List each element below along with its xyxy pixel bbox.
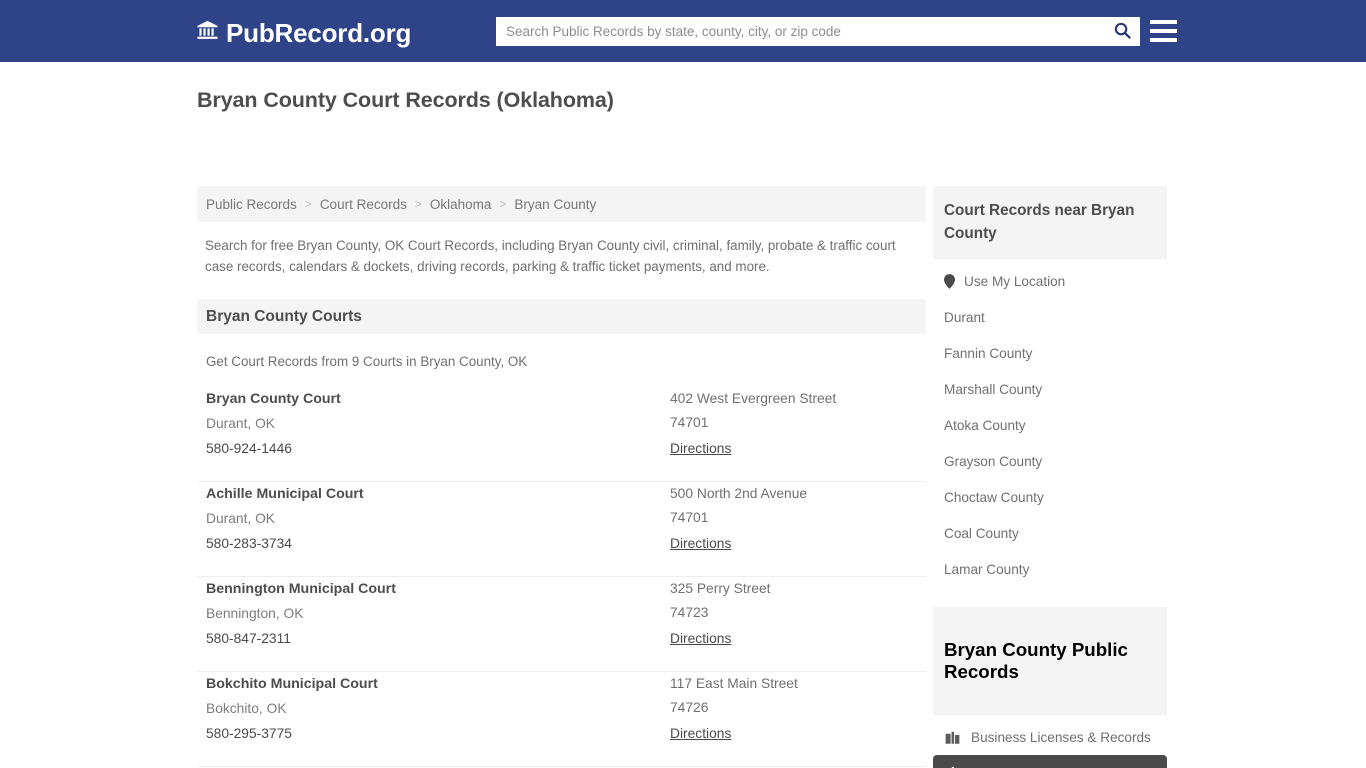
map-pin-icon <box>944 274 955 289</box>
court-list-item: Bennington Municipal Court Bennington, OK… <box>197 577 926 672</box>
breadcrumb: Public Records > Court Records > Oklahoma > Br… <box>197 186 926 222</box>
nearby-locations-list: Use My Location Durant Fannin County Marsha… <box>933 263 1167 587</box>
court-city: Durant, OK <box>206 511 676 526</box>
nearby-location-label: Marshall County <box>944 382 1042 397</box>
nearby-location-link[interactable]: Marshall County <box>933 371 1167 407</box>
site-logo-link[interactable]: PubRecord.org <box>196 19 411 46</box>
search-input[interactable] <box>496 18 1104 45</box>
court-street-address: 500 North 2nd Avenue <box>670 486 920 501</box>
public-record-label: Business Licenses & Records <box>971 730 1151 745</box>
court-info-right: 402 West Evergreen Street 74701 Directions <box>670 391 920 458</box>
court-name[interactable]: Bokchito Municipal Court <box>206 676 676 692</box>
search-bar <box>496 17 1140 46</box>
near-section-title: Court Records near Bryan County <box>944 199 1156 245</box>
courts-section-header: Bryan County Courts <box>197 299 926 334</box>
page-body: Bryan County Court Records (Oklahoma) Pu… <box>0 62 1366 84</box>
nearby-location-link[interactable]: Coal County <box>933 515 1167 551</box>
breadcrumb-item[interactable]: Public Records <box>206 197 297 212</box>
nearby-location-link[interactable]: Grayson County <box>933 443 1167 479</box>
court-city: Bennington, OK <box>206 606 676 621</box>
court-info-right: 500 North 2nd Avenue 74701 Directions <box>670 486 920 553</box>
court-street-address: 325 Perry Street <box>670 581 920 596</box>
court-phone[interactable]: 580-283-3734 <box>206 536 676 551</box>
briefcase-icon <box>944 730 961 745</box>
court-city: Durant, OK <box>206 416 676 431</box>
nearby-location-label: Grayson County <box>944 454 1042 469</box>
directions-link[interactable]: Directions <box>670 726 731 741</box>
public-records-section-title: Bryan County Public Records <box>944 639 1156 683</box>
nearby-location-label: Atoka County <box>944 418 1026 433</box>
page-title: Bryan County Court Records (Oklahoma) <box>197 88 614 113</box>
court-name[interactable]: Achille Municipal Court <box>206 486 676 502</box>
directions-link[interactable]: Directions <box>670 631 731 646</box>
public-record-link[interactable]: Business Licenses & Records <box>933 719 1167 755</box>
breadcrumb-separator: > <box>415 197 422 211</box>
search-button[interactable] <box>1104 17 1140 46</box>
courts-list: Bryan County Court Durant, OK 580-924-1446… <box>197 387 926 768</box>
public-records-section-header: Bryan County Public Records <box>933 607 1167 715</box>
menu-bar <box>1150 29 1177 33</box>
court-zip-code: 74723 <box>670 605 920 620</box>
nearby-location-link[interactable]: Fannin County <box>933 335 1167 371</box>
courts-count-text: Get Court Records from 9 Courts in Bryan… <box>206 354 926 369</box>
menu-bar <box>1150 20 1177 24</box>
court-info-left: Achille Municipal Court Durant, OK 580-283… <box>206 486 676 551</box>
breadcrumb-item[interactable]: Bryan County <box>514 197 596 212</box>
main-content: Public Records > Court Records > Oklahoma > Br… <box>197 186 926 768</box>
court-list-item: Bryan County Court Durant, OK 580-924-1446… <box>197 387 926 482</box>
nearby-location-label: Use My Location <box>964 274 1065 289</box>
court-info-left: Bennington Municipal Court Bennington, OK… <box>206 581 676 646</box>
near-section-header: Court Records near Bryan County <box>933 186 1167 259</box>
breadcrumb-separator: > <box>499 197 506 211</box>
court-phone[interactable]: 580-924-1446 <box>206 441 676 456</box>
directions-link[interactable]: Directions <box>670 441 731 456</box>
breadcrumb-separator: > <box>305 197 312 211</box>
court-list-item: Bokchito Municipal Court Bokchito, OK 580-… <box>197 672 926 767</box>
sidebar: Court Records near Bryan County Use My L… <box>933 186 1167 768</box>
page-intro-text: Search for free Bryan County, OK Court R… <box>205 236 905 277</box>
bank-columns-icon <box>196 19 219 46</box>
hamburger-menu-icon[interactable] <box>1150 18 1177 44</box>
court-street-address: 402 West Evergreen Street <box>670 391 920 406</box>
court-info-right: 117 East Main Street 74726 Directions <box>670 676 920 743</box>
court-phone[interactable]: 580-847-2311 <box>206 631 676 646</box>
court-info-left: Bokchito Municipal Court Bokchito, OK 580-… <box>206 676 676 741</box>
courts-section-title: Bryan County Courts <box>206 308 362 326</box>
breadcrumb-item[interactable]: Court Records <box>320 197 407 212</box>
search-icon <box>1113 21 1132 43</box>
court-phone[interactable]: 580-295-3775 <box>206 726 676 741</box>
site-header: PubRecord.org <box>0 0 1366 62</box>
nearby-location-label: Fannin County <box>944 346 1032 361</box>
nearby-location-label: Coal County <box>944 526 1019 541</box>
nearby-location-link[interactable]: Choctaw County <box>933 479 1167 515</box>
court-street-address: 117 East Main Street <box>670 676 920 691</box>
court-list-item: Achille Municipal Court Durant, OK 580-283… <box>197 482 926 577</box>
nearby-location-label: Choctaw County <box>944 490 1044 505</box>
brand-name: PubRecord.org <box>226 20 411 46</box>
nearby-location-label: Durant <box>944 310 985 325</box>
nearby-location-link[interactable]: Durant <box>933 299 1167 335</box>
nearby-location-link[interactable]: Lamar County <box>933 551 1167 587</box>
public-record-link[interactable]: Court Records <box>933 755 1167 768</box>
public-records-list: Business Licenses & Records Court Records… <box>933 719 1167 768</box>
court-city: Bokchito, OK <box>206 701 676 716</box>
court-zip-code: 74701 <box>670 415 920 430</box>
court-name[interactable]: Bryan County Court <box>206 391 676 407</box>
nearby-location-link[interactable]: Atoka County <box>933 407 1167 443</box>
nearby-location-link[interactable]: Use My Location <box>933 263 1167 299</box>
court-name[interactable]: Bennington Municipal Court <box>206 581 676 597</box>
court-info-right: 325 Perry Street 74723 Directions <box>670 581 920 648</box>
nearby-location-label: Lamar County <box>944 562 1029 577</box>
court-info-left: Bryan County Court Durant, OK 580-924-1446 <box>206 391 676 456</box>
directions-link[interactable]: Directions <box>670 536 731 551</box>
breadcrumb-item[interactable]: Oklahoma <box>430 197 492 212</box>
menu-bar <box>1150 38 1177 42</box>
court-zip-code: 74726 <box>670 700 920 715</box>
court-zip-code: 74701 <box>670 510 920 525</box>
